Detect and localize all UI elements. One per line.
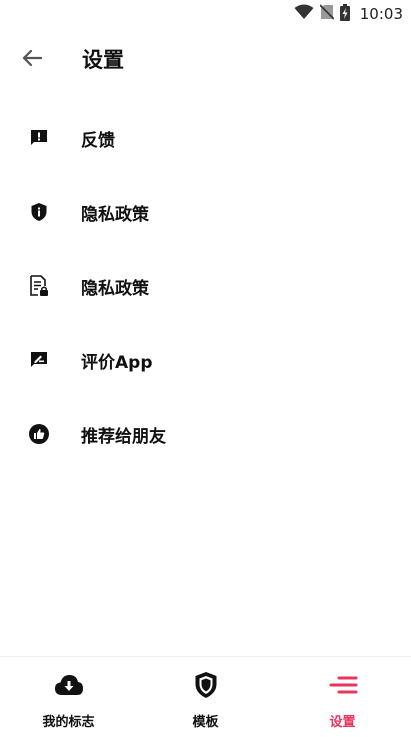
- menu-item-label: 推荐给朋友: [81, 426, 166, 447]
- nav-label: 模板: [192, 715, 219, 730]
- arrow-left-icon: [22, 49, 43, 71]
- status-time: 10:03: [359, 5, 403, 23]
- shield-icon: [28, 201, 50, 223]
- menu-lines-icon: [327, 669, 359, 701]
- bottom-nav: 我的标志 模板 设置: [0, 656, 411, 737]
- document-lock-icon: [28, 275, 50, 297]
- nav-item-settings[interactable]: 设置: [274, 657, 411, 737]
- nav-label: 我的标志: [42, 715, 95, 730]
- back-button[interactable]: [18, 48, 46, 72]
- cloud-download-icon: [53, 669, 85, 701]
- menu-item-recommend[interactable]: 推荐给朋友: [0, 397, 411, 471]
- nav-label: 设置: [329, 715, 356, 730]
- rate-review-icon: [28, 349, 50, 371]
- menu-item-feedback[interactable]: 反馈: [0, 101, 411, 175]
- menu-item-privacy-policy-2[interactable]: 隐私政策: [0, 249, 411, 323]
- app-bar: 设置: [0, 32, 411, 88]
- no-sim-icon: [319, 4, 335, 24]
- menu-item-label: 隐私政策: [81, 204, 149, 225]
- status-icons: 10:03: [294, 3, 403, 25]
- feedback-icon: [28, 127, 50, 149]
- wifi-icon: [294, 4, 314, 24]
- battery-charging-icon: [339, 3, 350, 25]
- settings-menu: 反馈 隐私政策 隐私政策 评价App 推荐给朋友: [0, 101, 411, 471]
- page-title: 设置: [82, 48, 124, 72]
- thumb-up-icon: [28, 423, 50, 445]
- nav-item-templates[interactable]: 模板: [137, 657, 274, 737]
- menu-item-label: 反馈: [81, 130, 115, 151]
- nav-item-my-logos[interactable]: 我的标志: [0, 657, 137, 737]
- menu-item-rate-app[interactable]: 评价App: [0, 323, 411, 397]
- status-bar: 10:03: [0, 0, 411, 28]
- menu-item-label: 评价App: [81, 352, 153, 373]
- shield-badge-icon: [190, 669, 222, 701]
- menu-item-privacy-policy[interactable]: 隐私政策: [0, 175, 411, 249]
- menu-item-label: 隐私政策: [81, 278, 149, 299]
